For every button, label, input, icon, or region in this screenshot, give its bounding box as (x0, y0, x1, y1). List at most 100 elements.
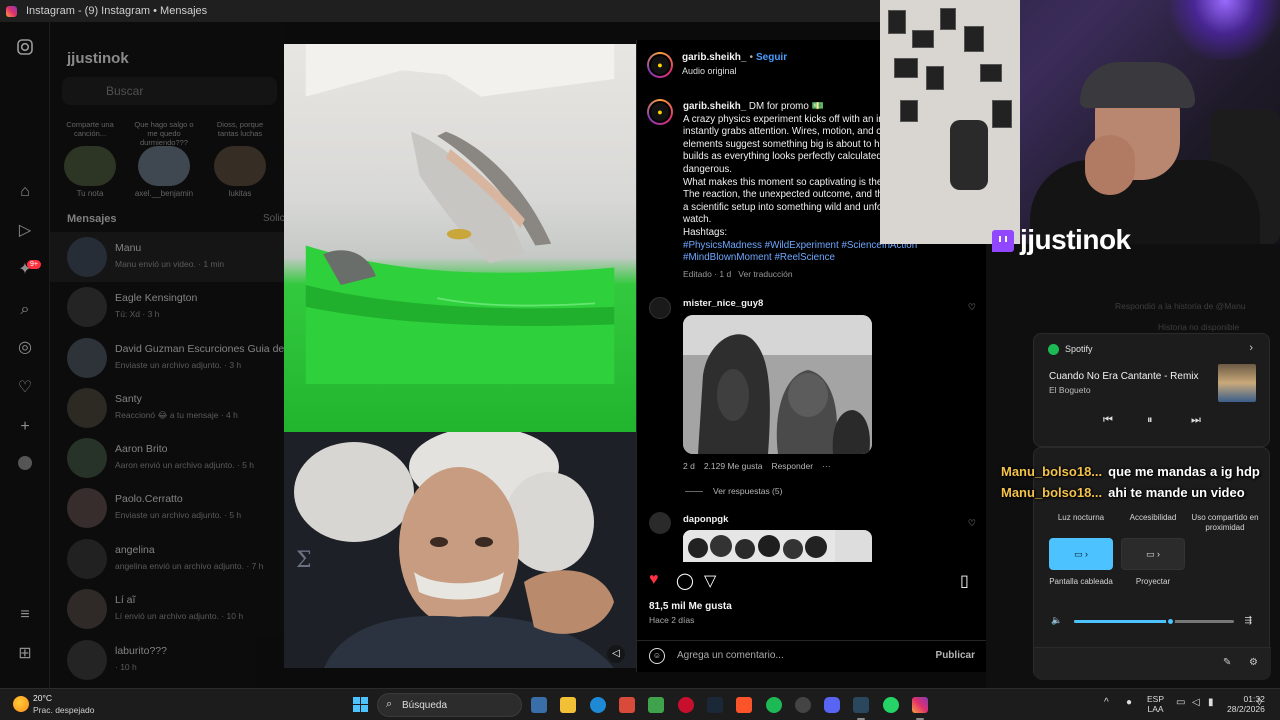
comment-icon[interactable]: ◯ (676, 571, 694, 591)
note-item[interactable]: Comparte una canción... Tu nota (60, 120, 120, 198)
night-light-label[interactable]: Luz nocturna (1046, 513, 1116, 523)
mail-icon[interactable] (619, 697, 635, 713)
settings-gear-icon[interactable]: ⚙ (1249, 657, 1258, 668)
next-track-icon[interactable]: ⏭ (1191, 414, 1201, 427)
audio-label[interactable]: Audio original (682, 66, 737, 76)
commenter-avatar[interactable] (649, 512, 671, 534)
emoji-icon[interactable]: ☺ (649, 648, 665, 664)
comment-username[interactable]: daponpgk (683, 514, 728, 525)
steam-icon[interactable] (707, 697, 723, 713)
reels-icon[interactable]: ▷ (15, 221, 35, 241)
edge-icon[interactable] (590, 697, 606, 713)
language-indicator[interactable]: ESP LAA (1147, 694, 1164, 714)
steam-active-icon[interactable] (853, 697, 869, 713)
commenter-avatar[interactable] (649, 297, 671, 319)
author-name[interactable]: garib.sheikh_ (682, 52, 746, 63)
brave-icon[interactable] (736, 697, 752, 713)
hashtags[interactable]: #MindBlownMoment #ReelScience (683, 252, 983, 265)
conversation-item[interactable]: angelina angelina envió un archivo adjun… (50, 534, 284, 584)
comment-likes[interactable]: 2.129 Me gusta (704, 461, 763, 471)
file-explorer-icon[interactable] (560, 697, 576, 713)
like-count[interactable]: 81,5 mil Me gusta (649, 601, 732, 612)
chevron-right-icon[interactable]: › (1249, 342, 1253, 354)
search-input[interactable]: Buscar (62, 77, 277, 105)
network-icon[interactable]: ▭ (1176, 698, 1185, 708)
discord-icon[interactable] (824, 697, 840, 713)
photos-icon[interactable] (531, 697, 547, 713)
comment-like-icon[interactable]: ♡ (968, 302, 976, 313)
conversation-item[interactable]: Santy Reaccionó 😂 a tu mensaje · 4 h (50, 383, 284, 433)
like-heart-icon[interactable]: ♥ (649, 571, 659, 589)
create-icon[interactable]: + (15, 417, 35, 437)
spotify-taskbar-icon[interactable] (766, 697, 782, 713)
notification-bell-icon[interactable]: ◊ (1257, 698, 1262, 708)
instagram-taskbar-icon[interactable] (912, 697, 928, 713)
pause-icon[interactable]: ⏸ (1147, 414, 1153, 427)
conversation-item[interactable]: Aaron Brito Aaron envió un archivo adjun… (50, 433, 284, 483)
conversation-item[interactable]: laburito??? · 10 h (50, 635, 284, 685)
publish-button[interactable]: Publicar (936, 650, 975, 661)
tray-chevron-icon[interactable]: ^ (1104, 698, 1109, 708)
author-avatar[interactable]: ● (647, 52, 673, 78)
account-username[interactable]: jjustinok (67, 50, 129, 67)
speaker-icon[interactable]: 🔈 (1051, 615, 1062, 626)
reply-button[interactable]: Responder (771, 461, 813, 471)
volume-slider[interactable] (1074, 617, 1234, 626)
terminal-icon[interactable] (648, 697, 664, 713)
apps-icon[interactable]: ⊞ (15, 644, 35, 664)
search-icon[interactable]: ⌕ (15, 300, 35, 320)
nearby-sharing-label[interactable]: Uso compartido en proximidad (1190, 513, 1260, 533)
comment-like-icon[interactable]: ♡ (968, 518, 976, 529)
start-icon[interactable] (353, 697, 368, 712)
heart-icon[interactable]: ♡ (15, 378, 35, 398)
menu-icon[interactable]: ≡ (15, 605, 35, 625)
comment-image[interactable] (683, 315, 872, 454)
twitch-icon (992, 230, 1014, 252)
taskbar-search[interactable]: ⌕ Búsqueda (377, 693, 522, 717)
follow-button[interactable]: Seguir (756, 52, 787, 63)
share-icon[interactable]: ▽ (704, 571, 716, 591)
battery-icon[interactable]: ▮ (1208, 698, 1214, 708)
weather-description[interactable]: Prac. despejado (33, 705, 94, 715)
view-replies-link[interactable]: Ver respuestas (5) (685, 486, 782, 496)
home-icon[interactable]: ⌂ (15, 182, 35, 202)
post-header: garib.sheikh_ • Seguir (682, 52, 788, 63)
instagram-logo-icon[interactable] (15, 38, 35, 58)
note-item[interactable]: Que hago salgo o me quedo durmiendo??? a… (134, 120, 194, 198)
caption-avatar[interactable]: ● (647, 99, 673, 125)
bookmark-icon[interactable]: ▯ (960, 571, 969, 591)
stream-chat: Manu_bolso18... que me mandas a ig hdp Ma… (1001, 461, 1260, 503)
explore-icon[interactable]: ◎ (15, 338, 35, 358)
conversation-item[interactable]: Manu Manu envió un video. · 1 min (50, 232, 284, 282)
note-item[interactable]: Dioss, porque tantas luchas lukitas (210, 120, 270, 198)
volume-knob[interactable] (1166, 617, 1175, 626)
conversation-item[interactable]: Paolo.Cerratto Enviaste un archivo adjun… (50, 483, 284, 533)
wired-display-tile[interactable]: ▭ › (1049, 538, 1113, 570)
comment-input[interactable]: Agrega un comentario... (677, 650, 784, 661)
previous-track-icon[interactable]: ⏮ (1103, 414, 1113, 427)
reel-video-bottom[interactable]: Σ (284, 432, 636, 668)
caption-author[interactable]: garib.sheikh_ (683, 101, 746, 112)
weather-icon[interactable] (13, 696, 29, 712)
edit-icon[interactable]: ✎ (1223, 657, 1231, 668)
conversation-item[interactable]: David Guzman Escurciones Guia de Pesca E… (50, 333, 316, 383)
microphone-icon[interactable]: ● (1126, 698, 1132, 708)
project-tile[interactable]: ▭ › (1121, 538, 1185, 570)
accessibility-label[interactable]: Accesibilidad (1118, 513, 1188, 523)
more-options-icon[interactable]: ··· (822, 461, 831, 471)
see-translation-link[interactable]: Ver traducción (738, 269, 792, 279)
app-red-icon[interactable] (678, 697, 694, 713)
comment-image[interactable] (683, 530, 872, 562)
app-gray-icon[interactable] (795, 697, 811, 713)
reel-video-top[interactable] (284, 44, 636, 432)
temperature[interactable]: 20°C (33, 693, 52, 703)
avatar (138, 146, 190, 186)
audio-output-icon[interactable]: ⇶ (1244, 615, 1252, 626)
conversation-item[interactable]: Lí aĩ Lí envió un archivo adjunto. · 10 … (50, 584, 284, 634)
conversation-item[interactable]: Eagle Kensington Tú: Xd · 3 h (50, 282, 284, 332)
profile-avatar[interactable] (15, 456, 35, 476)
comment-username[interactable]: mister_nice_guy8 (683, 298, 763, 309)
mute-icon[interactable]: ◁ (607, 645, 625, 663)
whatsapp-icon[interactable] (883, 697, 899, 713)
volume-icon[interactable]: ◁ (1192, 698, 1200, 708)
